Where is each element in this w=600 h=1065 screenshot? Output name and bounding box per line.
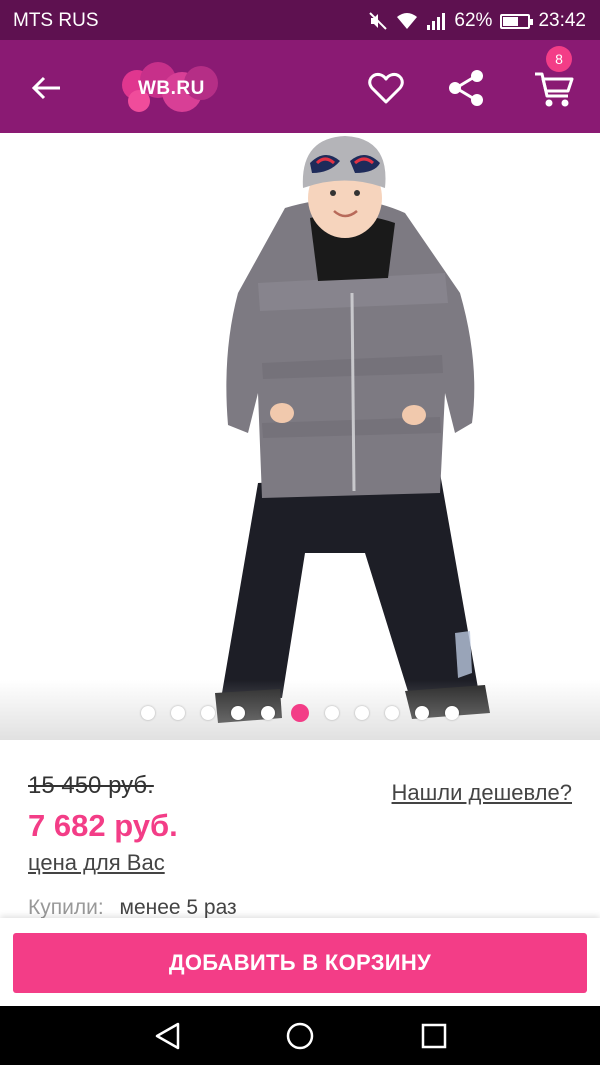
app-bar: WB.RU: [0, 40, 600, 133]
battery-level: [503, 16, 519, 26]
nav-recents-button[interactable]: [418, 1020, 450, 1052]
cart-button[interactable]: [532, 66, 576, 110]
clock: 23:42: [538, 10, 586, 31]
gallery-dot[interactable]: [355, 706, 369, 720]
battery-percent: 62%: [454, 10, 493, 31]
gallery-dot[interactable]: [231, 706, 245, 720]
share-icon: [449, 70, 483, 106]
status-bar: MTS RUS 62% 23:42: [0, 0, 600, 40]
product-photo[interactable]: [0, 133, 600, 740]
gallery-dot[interactable]: [171, 706, 185, 720]
add-to-cart-button[interactable]: ДОБАВИТЬ В КОРЗИНУ: [13, 933, 587, 993]
purchase-count-label: Купили:: [28, 896, 104, 919]
carrier-name: MTS RUS: [13, 10, 99, 31]
back-button[interactable]: [26, 68, 66, 108]
nav-home-button[interactable]: [284, 1020, 316, 1052]
add-to-cart-bar: ДОБАВИТЬ В КОРЗИНУ: [0, 918, 600, 1006]
logo-text: WB.RU: [138, 78, 205, 99]
status-icons: 62% 23:42: [368, 10, 586, 32]
back-arrow-icon: [31, 76, 60, 100]
old-price: 15 450 руб.: [28, 772, 154, 799]
gallery-dot[interactable]: [201, 706, 215, 720]
found-cheaper-link[interactable]: Нашли дешевле?: [392, 780, 572, 806]
child-winter-suit-image: [215, 136, 490, 723]
system-nav-bar: [0, 1006, 600, 1065]
purchase-count-row: Купили: менее 5 раз: [28, 896, 237, 920]
circle-home-icon: [286, 1022, 314, 1050]
favorite-button[interactable]: [364, 66, 408, 110]
gallery-dot[interactable]: [385, 706, 399, 720]
gallery-dot[interactable]: [325, 706, 339, 720]
current-price: 7 682 руб.: [28, 808, 178, 843]
gallery-dot[interactable]: [445, 706, 459, 720]
wifi-icon: [396, 12, 418, 30]
cart-icon: [535, 72, 574, 107]
purchase-count-value: менее 5 раз: [119, 896, 237, 919]
cart-count-badge: 8: [546, 46, 572, 72]
your-price-link[interactable]: цена для Вас: [28, 850, 165, 876]
battery-icon: [500, 13, 534, 29]
share-button[interactable]: [444, 66, 488, 110]
wb-logo[interactable]: WB.RU: [122, 62, 222, 114]
gallery-dot[interactable]: [415, 706, 429, 720]
mute-icon: [368, 11, 388, 31]
heart-icon: [368, 72, 404, 104]
gallery-dot-active[interactable]: [291, 704, 309, 722]
gallery-pager: [0, 704, 600, 722]
signal-icon: [426, 12, 446, 30]
triangle-back-icon: [155, 1022, 180, 1050]
price-block: 15 450 руб. 7 682 руб. цена для Вас Нашл…: [0, 740, 600, 920]
nav-back-button[interactable]: [152, 1020, 184, 1052]
gallery-dot[interactable]: [261, 706, 275, 720]
square-recents-icon: [421, 1023, 447, 1049]
gallery-dot[interactable]: [141, 706, 155, 720]
